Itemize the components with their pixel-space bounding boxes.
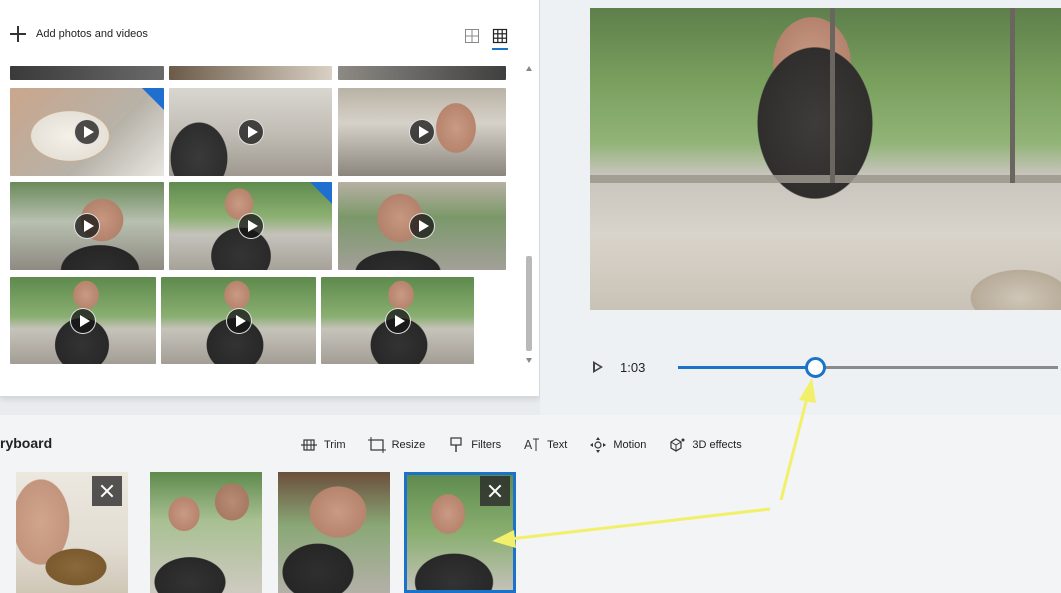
- preview-mullion: [1010, 8, 1015, 183]
- media-tile-boy-sitting-2[interactable]: [161, 277, 316, 364]
- play-icon: [70, 307, 96, 334]
- scroll-down-arrow-icon[interactable]: [526, 358, 532, 363]
- play-icon: [225, 307, 252, 334]
- storyboard-clip-wires[interactable]: [16, 472, 128, 593]
- media-tile-boy-laptop[interactable]: [169, 88, 332, 176]
- small-grid-icon: [492, 28, 508, 44]
- plus-icon: [10, 26, 26, 42]
- playback-controls: 1:03: [590, 350, 1061, 390]
- storyboard-title: ryboard: [0, 435, 53, 451]
- motion-label: Motion: [613, 439, 647, 451]
- 3d-effects-icon: [670, 438, 685, 452]
- motion-icon: [590, 437, 607, 453]
- resize-button[interactable]: Resize: [367, 437, 426, 453]
- seek-thumb[interactable]: [804, 357, 826, 378]
- play-button[interactable]: [592, 360, 604, 374]
- seek-bar-progress: [678, 366, 815, 369]
- preview-area: 1:03: [540, 0, 1061, 415]
- playback-time: 1:03: [620, 360, 646, 375]
- storyboard-clip-boys[interactable]: [150, 472, 262, 593]
- storyboard-panel: ryboard Trim Resize Filters A Text Motio…: [0, 415, 1061, 593]
- play-icon: [409, 213, 435, 239]
- add-photos-label: Add photos and videos: [36, 28, 148, 40]
- text-icon: A: [524, 438, 540, 452]
- text-label: Text: [547, 439, 568, 451]
- media-library-panel: Add photos and videos: [0, 0, 540, 397]
- trim-button[interactable]: Trim: [300, 437, 346, 453]
- resize-icon: [367, 437, 386, 453]
- play-icon: [384, 307, 411, 334]
- svg-text:A: A: [524, 438, 533, 452]
- media-tile-boy-sitting-1[interactable]: [10, 277, 156, 364]
- 3d-effects-label: 3D effects: [692, 439, 742, 451]
- filters-label: Filters: [471, 439, 502, 451]
- trim-label: Trim: [324, 439, 346, 451]
- media-tile-boy-gesture[interactable]: [169, 182, 332, 270]
- media-tile[interactable]: [10, 66, 164, 80]
- play-icon: [237, 119, 264, 145]
- storyboard-clip-boy-talking[interactable]: [404, 472, 516, 593]
- media-grid: [10, 66, 515, 366]
- seek-bar[interactable]: [678, 357, 1058, 378]
- resize-label: Resize: [391, 439, 426, 451]
- large-grid-icon: [465, 29, 479, 43]
- remove-clip-button[interactable]: [480, 476, 510, 506]
- small-grid-view-button[interactable]: [492, 28, 508, 50]
- video-preview[interactable]: [590, 8, 1061, 310]
- selected-corner-badge: [310, 182, 332, 204]
- media-tile-boy-talking[interactable]: [10, 182, 164, 270]
- 3d-effects-button[interactable]: 3D effects: [668, 437, 742, 453]
- library-scrollbar[interactable]: [525, 66, 533, 366]
- library-header: Add photos and videos: [0, 0, 540, 60]
- play-icon: [74, 213, 100, 239]
- media-tile[interactable]: [169, 66, 332, 80]
- media-tile[interactable]: [338, 66, 506, 80]
- play-icon: [237, 213, 264, 239]
- selected-corner-badge: [142, 88, 164, 110]
- play-icon: [74, 119, 100, 145]
- scroll-up-arrow-icon[interactable]: [526, 66, 532, 71]
- trim-icon: [301, 439, 317, 451]
- play-icon: [409, 119, 435, 145]
- storyboard-clip-boy-working[interactable]: [278, 472, 390, 593]
- large-grid-view-button[interactable]: [464, 28, 480, 44]
- storyboard-toolbar: Trim Resize Filters A Text Motion 3D eff…: [300, 433, 764, 457]
- media-tile-plate-wires[interactable]: [10, 88, 164, 176]
- scroll-thumb[interactable]: [526, 256, 532, 351]
- text-button[interactable]: A Text: [523, 437, 567, 453]
- motion-button[interactable]: Motion: [589, 437, 646, 453]
- media-tile-boy-cafeteria[interactable]: [338, 88, 506, 176]
- remove-clip-button[interactable]: [92, 476, 122, 506]
- preview-window-frame: [590, 8, 1061, 183]
- filters-icon: [450, 437, 462, 452]
- media-tile-boy-sitting-3[interactable]: [321, 277, 474, 364]
- preview-mullion: [830, 8, 835, 183]
- filters-button[interactable]: Filters: [447, 437, 501, 453]
- add-photos-and-videos-button[interactable]: Add photos and videos: [10, 26, 148, 42]
- media-tile-boy-closeup[interactable]: [338, 182, 506, 270]
